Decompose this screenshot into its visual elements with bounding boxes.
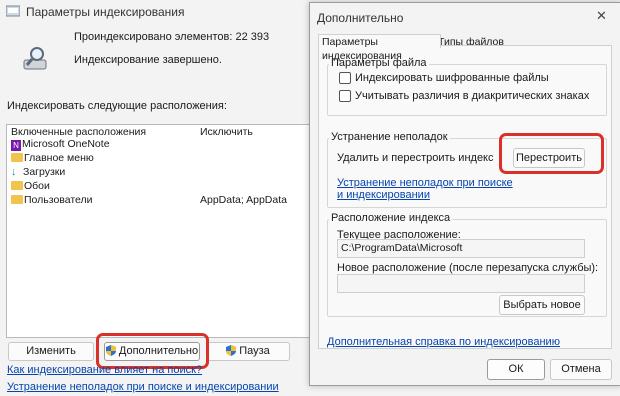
location-name: Главное меню [24,152,94,164]
column-exclude: Исключить [200,126,253,138]
window-title: Параметры индексирования [26,5,185,19]
location-name: Пользователи [24,194,93,206]
indexed-count: Проиндексировано элементов: 22 393 [74,31,270,43]
troubleshoot-link[interactable]: Устранение неполадок при поиске и индекс… [7,381,279,393]
modify-button[interactable]: Изменить [8,342,94,361]
highlight-box [499,133,604,174]
how-indexing-affects-link[interactable]: Как индексирование влияет на поиск? [7,364,202,376]
dialog-title: Дополнительно [317,11,404,25]
location-name: Microsoft OneNote [22,138,110,150]
indexing-search-icon [23,47,47,70]
encrypt-checkbox[interactable] [339,72,351,84]
indexing-status: Индексирование завершено. [74,54,222,66]
close-icon[interactable]: ✕ [596,8,607,24]
tab-panel: Параметры файла Индексировать шифрованны… [318,45,612,349]
column-included: Включенные расположения [11,126,147,138]
location-name: Обои [24,180,50,192]
cancel-button[interactable]: Отмена [550,359,612,380]
rebuild-text: Удалить и перестроить индекс [337,152,494,164]
help-link[interactable]: Дополнительная справка по индексированию [327,336,560,348]
onenote-icon: N [11,140,21,151]
locations-list[interactable]: Включенные расположения Исключить N Micro… [6,124,310,338]
new-location-label: Новое расположение (после перезапуска сл… [337,262,599,274]
list-item[interactable]: Обои [11,180,50,193]
list-item[interactable]: ↓ Загрузки [11,166,65,179]
pause-label: Пауза [239,345,270,357]
ok-button[interactable]: ОК [487,359,545,380]
location-exclude: AppData; AppData [200,194,287,206]
index-location-label: Расположение индекса [329,212,453,224]
folder-icon [11,153,23,162]
troubleshoot-link[interactable]: Устранение неполадок при поиске и индекс… [337,177,517,201]
new-location-field [337,274,585,293]
download-icon: ↓ [11,166,17,178]
diacritics-label: Учитывать различия в диакритических знак… [355,90,590,102]
current-location-field: C:\ProgramData\Microsoft [337,239,585,258]
list-item[interactable]: Главное меню [11,152,94,165]
list-item[interactable]: Пользователи [11,194,93,207]
diacritics-checkbox[interactable] [339,90,351,102]
select-new-button[interactable]: Выбрать новое [499,295,585,315]
list-item[interactable]: N Microsoft OneNote [11,138,110,151]
tab-indexing-settings[interactable]: Параметры индексирования [318,34,441,62]
pause-button[interactable]: Пауза [206,342,290,361]
troubleshooting-label: Устранение неполадок [329,131,450,143]
locations-label: Индексировать следующие расположения: [7,100,227,112]
folder-icon [11,181,23,190]
indexing-options-icon [6,5,20,17]
encrypt-label: Индексировать шифрованные файлы [355,72,549,84]
folder-icon [11,195,23,204]
shield-icon [226,345,237,356]
advanced-dialog: Дополнительно ✕ Параметры индексирования… [309,2,620,386]
location-name: Загрузки [23,166,66,178]
